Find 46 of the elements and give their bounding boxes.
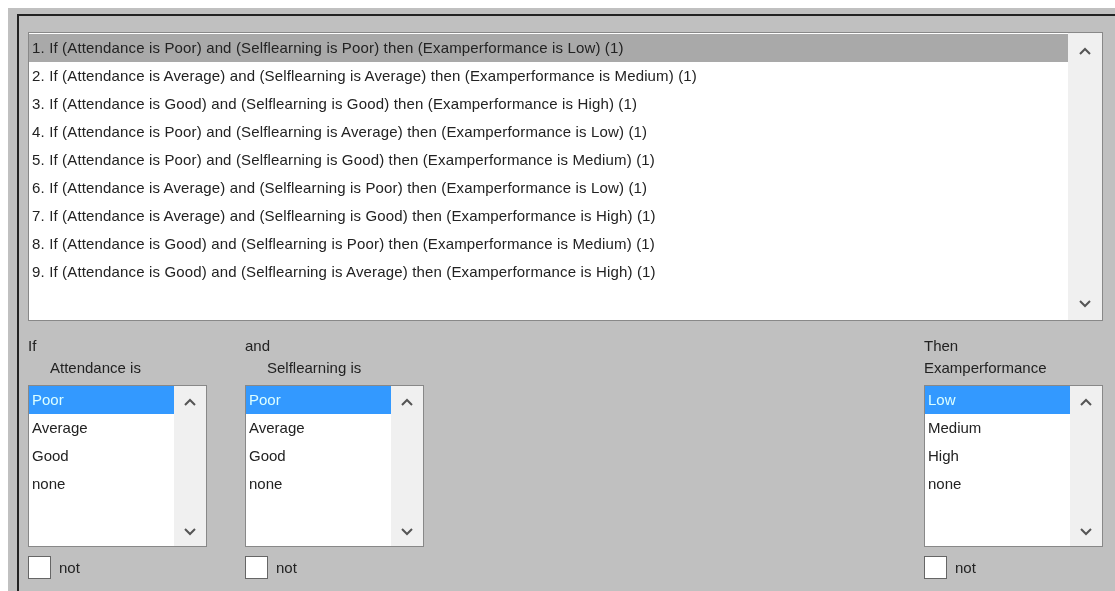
scrollbar[interactable] [391,386,423,546]
scrollbar[interactable] [174,386,206,546]
option-item[interactable]: Average [246,414,391,442]
scroll-up-icon[interactable] [1079,47,1091,55]
rule-list[interactable] [28,32,1103,321]
scroll-up-icon[interactable] [401,398,413,406]
rule-item[interactable]: 5. If (Attendance is Poor) and (Selflearning is Good) then (Examperformance is Medium) (1) [29,146,1068,174]
rule-item[interactable]: 2. If (Attendance is Average) and (Selflearning is Average) then (Examperformance is Medium) (1) [29,62,1068,90]
connective-label: and [245,336,272,356]
variable-label: Selflearning is [266,358,363,378]
rule-item[interactable]: 1. If (Attendance is Poor) and (Selflearning is Poor) then (Examperformance is Low) (1) [29,34,1068,62]
option-item[interactable]: none [29,470,174,498]
not-label: not [955,559,976,576]
rule-item[interactable]: 7. If (Attendance is Average) and (Selflearning is Good) then (Examperformance is High) (1) [29,202,1068,230]
scrollbar[interactable] [1068,33,1102,320]
option-item[interactable]: Average [29,414,174,442]
scroll-down-icon[interactable] [1080,528,1092,536]
connective-label: If [28,336,38,356]
membership-list[interactable]: Low Medium High none [924,385,1103,547]
scroll-up-icon[interactable] [1080,398,1092,406]
variable-label: Attendance is [49,358,142,378]
option-item[interactable]: Medium [925,414,1070,442]
rule-item[interactable]: 6. If (Attendance is Average) and (Selflearning is Poor) then (Examperformance is Low) (1) [29,174,1068,202]
option-item[interactable]: High [925,442,1070,470]
membership-list[interactable]: Poor Average Good none [245,385,424,547]
membership-list[interactable]: Poor Average Good none [28,385,207,547]
scroll-up-icon[interactable] [184,398,196,406]
option-item[interactable]: none [246,470,391,498]
not-checkbox[interactable] [924,556,947,579]
option-item[interactable]: Good [29,442,174,470]
scroll-down-icon[interactable] [1079,300,1091,308]
not-label: not [276,559,297,576]
connective-label: Then [924,336,960,356]
scroll-down-icon[interactable] [401,528,413,536]
variable-label: Examperformance [924,358,1048,378]
not-label: not [59,559,80,576]
option-item[interactable]: none [925,470,1070,498]
rule-item[interactable]: 3. If (Attendance is Good) and (Selflearning is Good) then (Examperformance is High) (1) [29,90,1068,118]
option-item[interactable]: Good [246,442,391,470]
rule-item[interactable]: 9. If (Attendance is Good) and (Selflearning is Average) then (Examperformance is High) (1) [29,258,1068,286]
rule-item[interactable]: 4. If (Attendance is Poor) and (Selflearning is Average) then (Examperformance is Low) (1) [29,118,1068,146]
scrollbar[interactable] [1070,386,1102,546]
scroll-down-icon[interactable] [184,528,196,536]
not-checkbox[interactable] [245,556,268,579]
not-checkbox[interactable] [28,556,51,579]
rule-item[interactable]: 8. If (Attendance is Good) and (Selflearning is Poor) then (Examperformance is Medium) (1) [29,230,1068,258]
